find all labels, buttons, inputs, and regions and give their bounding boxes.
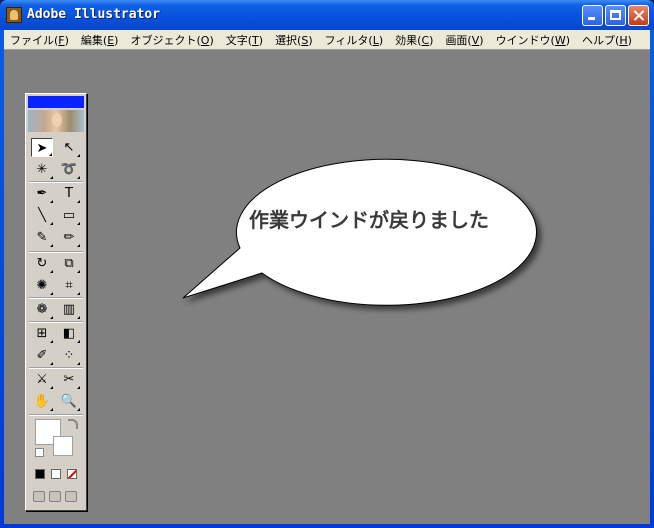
application-window: Adobe Illustrator ファイル(F) 編集(E) オブジェクト(O) 文… — [0, 0, 654, 528]
speech-bubble — [182, 158, 537, 306]
callout-text: 作業ウインドが戻りました — [249, 208, 489, 232]
